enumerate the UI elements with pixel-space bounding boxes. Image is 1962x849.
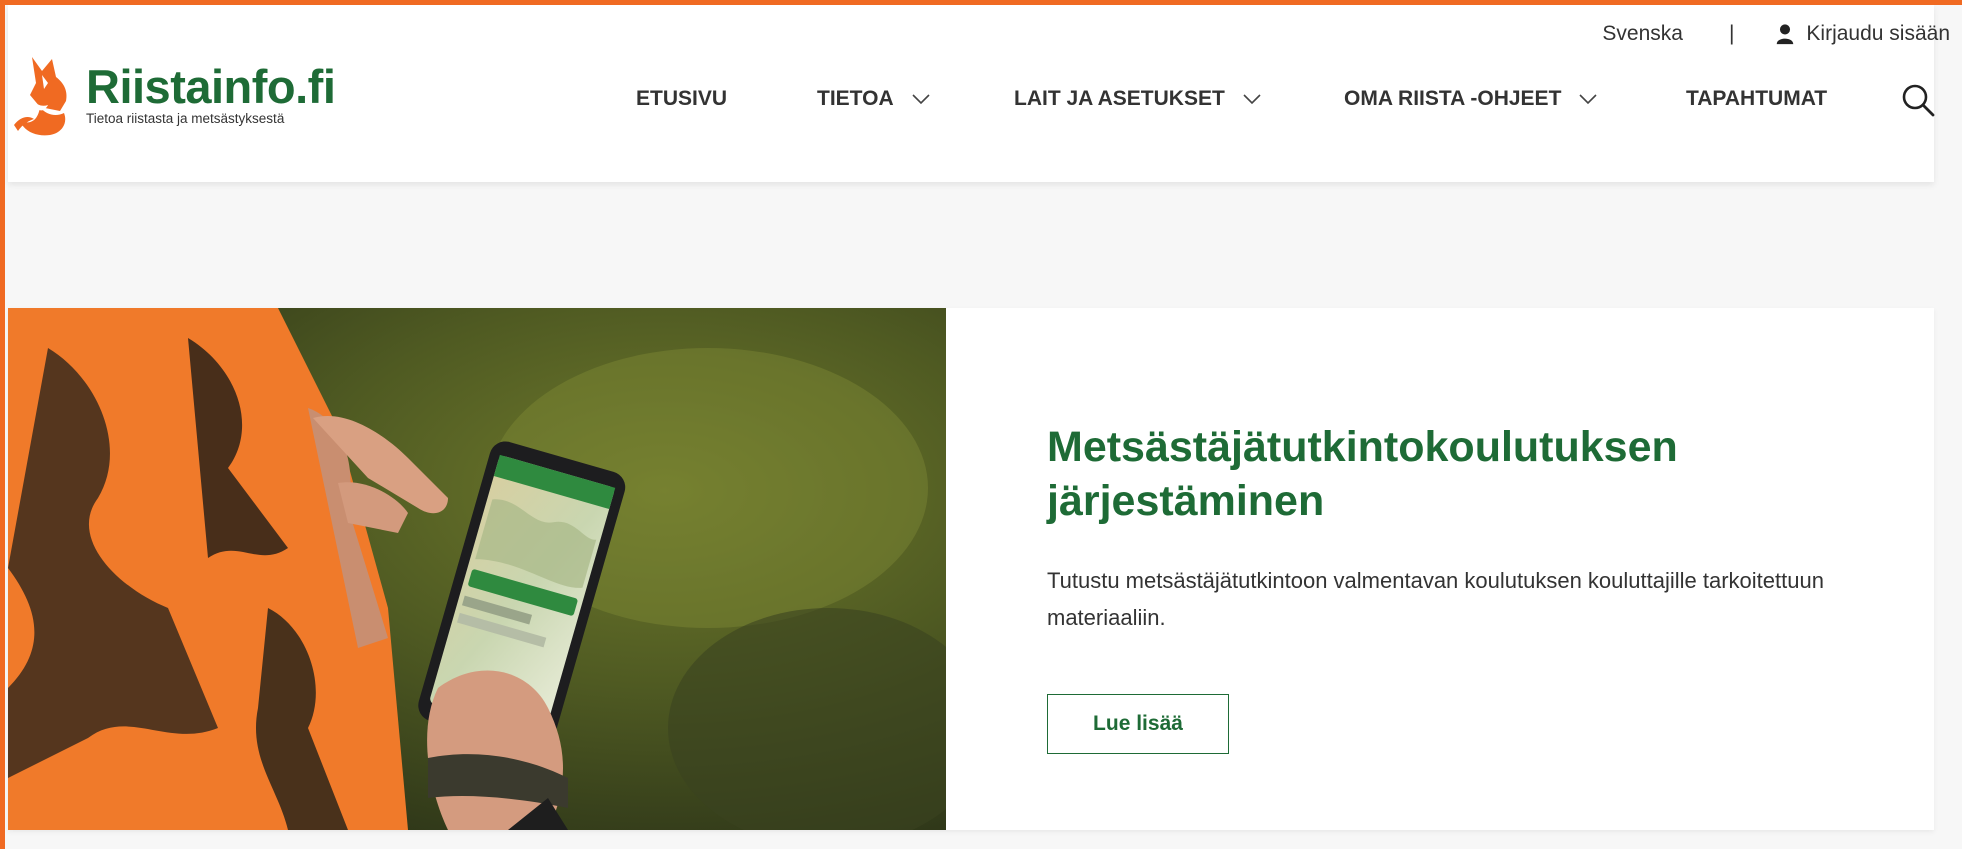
nav-item-lait-ja-asetukset[interactable]: LAIT JA ASETUKSET (1014, 87, 1261, 111)
nav-item-tietoa[interactable]: TIETOA (817, 87, 930, 111)
nav-label: TAPAHTUMAT (1686, 87, 1828, 110)
nav-item-tapahtumat[interactable]: TAPAHTUMAT (1686, 87, 1827, 111)
chevron-down-icon (1579, 94, 1597, 105)
nav-label: TIETOA (817, 87, 894, 110)
language-link[interactable]: Svenska (1602, 22, 1683, 46)
nav-item-etusivu[interactable]: ETUSIVU (636, 87, 727, 111)
login-label: Kirjaudu sisään (1806, 22, 1950, 45)
hero-image (8, 308, 946, 830)
utility-bar: Svenska | Kirjaudu sisään (1602, 17, 1950, 51)
nav-item-oma-riista-ohjeet[interactable]: OMA RIISTA -OHJEET (1344, 87, 1597, 111)
hero-title: Metsästäjätutkintokoulutuksen järjestämi… (1047, 423, 1678, 525)
nav-label: LAIT JA ASETUKSET (1014, 87, 1225, 110)
main-navigation: ETUSIVU TIETOA LAIT JA ASETUKSET OMA RII… (8, 75, 1934, 125)
nav-label: OMA RIISTA -OHJEET (1344, 87, 1562, 110)
hero-content: Metsästäjätutkintokoulutuksen järjestämi… (1047, 420, 1867, 754)
login-link[interactable]: Kirjaudu sisään (1774, 22, 1950, 46)
read-more-button[interactable]: Lue lisää (1047, 694, 1229, 754)
hero-card: Metsästäjätutkintokoulutuksen järjestämi… (8, 308, 1934, 830)
site-header: Svenska | Kirjaudu sisään Riistainfo.fi … (8, 5, 1950, 182)
hero-description: Tutustu metsästäjätutkintoon valmentavan… (1047, 568, 1824, 630)
utility-separator: | (1728, 22, 1735, 45)
nav-label: ETUSIVU (636, 87, 728, 110)
chevron-down-icon (1243, 94, 1261, 105)
user-icon (1777, 24, 1794, 45)
chevron-down-icon (912, 94, 930, 105)
search-icon[interactable] (1901, 83, 1935, 117)
